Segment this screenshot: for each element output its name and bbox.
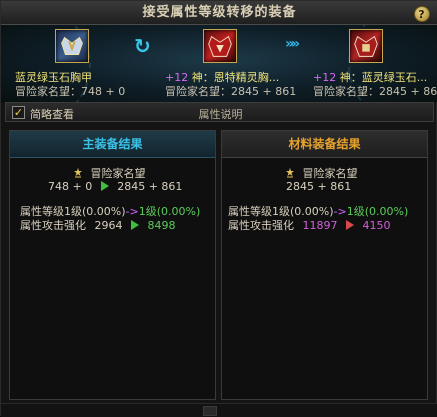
material-attr-boost-label: 属性攻击强化 [228, 219, 294, 232]
material-attr-boost-before: 11897 [302, 219, 338, 232]
swap-icon: ↻ [134, 34, 151, 58]
main-attr-boost-before: 2964 [94, 219, 123, 232]
increase-arrow-icon [131, 220, 139, 230]
resize-handle[interactable] [203, 406, 217, 416]
fame-icon [74, 168, 82, 178]
target-equipment-slot[interactable] [55, 29, 89, 63]
material-result-header: 材料装备结果 [222, 131, 427, 158]
material-fame-value: 2845 + 861 [286, 180, 352, 193]
equipment-banner: ↻ »» 蓝灵绿玉石胸甲 冒险家名望：748 + 0 +12 神：恩特精灵胸..… [1, 25, 437, 102]
main-fame-values-row: 748 + 0 2845 + 861 [48, 180, 182, 193]
target-item-fame: 冒险家名望：748 + 0 [15, 85, 126, 98]
main-attr-boost-row: 属性攻击强化 2964 8498 [20, 217, 176, 233]
main-fame-after: 2845 + 861 [117, 180, 183, 193]
equipment-transfer-window: 接受属性等级转移的装备 ? ↻ »» 蓝灵绿玉石胸甲 冒险家名望：748 + 0… [0, 0, 437, 417]
summary-toggle-row: ✓ 简略查看 属性说明 [5, 102, 434, 122]
chest-armor-icon [208, 35, 232, 57]
decrease-arrow-icon [346, 220, 354, 230]
material-fame-values-row: 2845 + 861 [286, 180, 351, 193]
increase-arrow-icon [100, 181, 109, 191]
main-result-header: 主装备结果 [10, 131, 215, 158]
window-title: 接受属性等级转移的装备 [142, 5, 297, 20]
material-attr-boost-after: 4150 [362, 219, 391, 232]
chest-armor-icon [354, 35, 378, 57]
material-fame-label: 冒险家名望 [302, 167, 358, 180]
chest-armor-icon [61, 36, 83, 55]
result-item-fame: 冒险家名望：2845 + 861 [313, 85, 437, 98]
main-attr-boost-label: 属性攻击强化 [20, 219, 86, 232]
main-attr-boost-after: 8498 [147, 219, 176, 232]
main-equipment-result-panel: 主装备结果 冒险家名望 748 + 0 2845 + 861 属性等级1级(0.… [9, 130, 216, 400]
material-item-fame: 冒险家名望：2845 + 861 [165, 85, 297, 98]
material-equipment-slot[interactable] [203, 29, 237, 63]
main-fame-before: 748 + 0 [48, 180, 93, 193]
transfer-arrow-icon: »» [285, 36, 300, 52]
material-fame-label-row: 冒险家名望 [284, 165, 358, 181]
title-bar: 接受属性等级转移的装备 ? [1, 1, 437, 25]
help-button[interactable]: ? [414, 6, 430, 22]
result-equipment-slot[interactable] [349, 29, 383, 63]
material-attr-boost-row: 属性攻击强化 11897 4150 [228, 217, 391, 233]
material-equipment-result-panel: 材料装备结果 冒险家名望 2845 + 861 属性等级1级(0.00%)->1… [221, 130, 428, 400]
main-fame-label: 冒险家名望 [90, 167, 146, 180]
fame-icon [286, 168, 294, 178]
main-fame-label-row: 冒险家名望 [72, 165, 146, 181]
bottom-bar [1, 403, 437, 417]
attribute-description-title: 属性说明 [198, 108, 243, 121]
